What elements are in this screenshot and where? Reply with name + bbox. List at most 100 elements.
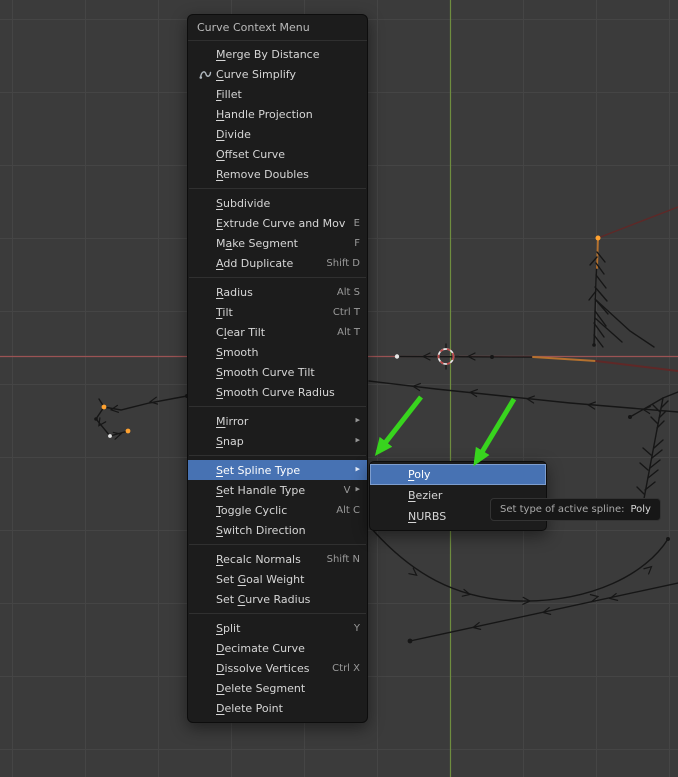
menu-item-snap[interactable]: Snap ▸: [188, 431, 367, 451]
menu-item-label: Offset Curve: [216, 148, 360, 161]
menu-item-icon-slot: [198, 483, 212, 497]
menu-item-label: Radius: [216, 286, 329, 299]
menu-item-set-goal-weight[interactable]: Set Goal Weight: [188, 569, 367, 589]
menu-item-make-segment[interactable]: Make SegmentF: [188, 233, 367, 253]
menu-item-icon-slot: [198, 385, 212, 399]
menu-item-dissolve-vertices[interactable]: Dissolve Vertices Ctrl X: [188, 658, 367, 678]
menu-item-offset-curve[interactable]: Offset Curve: [188, 144, 367, 164]
menu-item-toggle-cyclic[interactable]: Toggle Cyclic Alt C: [188, 500, 367, 520]
menu-separator: [189, 277, 366, 278]
menu-item-set-handle-type[interactable]: Set Handle TypeV▸: [188, 480, 367, 500]
menu-item-smooth-curve-radius[interactable]: Smooth Curve Radius: [188, 382, 367, 402]
submenu-arrow-icon: ▸: [355, 436, 360, 446]
curve-context-menu: Curve Context Menu Merge By Distance Curv…: [187, 14, 368, 723]
menu-item-shortcut: V: [344, 485, 351, 496]
menu-item-icon-slot: [198, 305, 212, 319]
menu-separator: [189, 455, 366, 456]
menu-item-label: Set Curve Radius: [216, 593, 360, 606]
menu-item-icon-slot: [390, 510, 404, 524]
menu-item-label: Switch Direction: [216, 524, 360, 537]
menu-item-icon-slot: [198, 216, 212, 230]
menu-item-set-curve-radius[interactable]: Set Curve Radius: [188, 589, 367, 609]
menu-item-label: Delete Segment: [216, 682, 360, 695]
menu-body: Merge By Distance Curve Simplify Fillet Han…: [188, 41, 367, 722]
menu-item-label: Decimate Curve: [216, 642, 360, 655]
tooltip: Set type of active spline: Poly: [490, 498, 661, 521]
menu-item-clear-tilt[interactable]: Clear TiltAlt T: [188, 322, 367, 342]
menu-item-handle-projection[interactable]: Handle Projection: [188, 104, 367, 124]
menu-item-shortcut: E: [354, 218, 360, 229]
menu-title: Curve Context Menu: [188, 15, 367, 41]
menu-item-merge-by-distance[interactable]: Merge By Distance: [188, 44, 367, 64]
menu-item-icon-slot: [198, 681, 212, 695]
menu-item-icon-slot: [198, 47, 212, 61]
tooltip-value: Poly: [630, 504, 651, 515]
submenu-arrow-icon: ▸: [355, 465, 360, 475]
menu-item-smooth-curve-tilt[interactable]: Smooth Curve Tilt: [188, 362, 367, 382]
menu-separator: [189, 544, 366, 545]
menu-item-icon-slot: [198, 661, 212, 675]
menu-item-label: Subdivide: [216, 197, 360, 210]
menu-item-label: Split: [216, 622, 346, 635]
menu-item-icon-slot: [198, 641, 212, 655]
menu-item-label: Extrude Curve and Move: [216, 217, 346, 230]
menu-item-set-spline-type[interactable]: Set Spline Type▸: [188, 460, 367, 480]
menu-item-fillet[interactable]: Fillet: [188, 84, 367, 104]
menu-item-icon-slot: [198, 365, 212, 379]
menu-item-decimate-curve[interactable]: Decimate Curve: [188, 638, 367, 658]
menu-item-icon-slot: [198, 236, 212, 250]
menu-item-mirror[interactable]: Mirror▸: [188, 411, 367, 431]
menu-item-shortcut: Alt S: [337, 287, 360, 298]
menu-item-subdivide[interactable]: Subdivide: [188, 193, 367, 213]
submenu-arrow-icon: ▸: [355, 485, 360, 495]
menu-item-extrude-curve-and-move[interactable]: Extrude Curve and Move E: [188, 213, 367, 233]
menu-item-shortcut: Shift D: [326, 258, 360, 269]
menu-item-icon-slot: [198, 503, 212, 517]
menu-item-recalc-normals[interactable]: Recalc NormalsShift N: [188, 549, 367, 569]
menu-item-delete-segment[interactable]: Delete Segment: [188, 678, 367, 698]
menu-item-label: Set Goal Weight: [216, 573, 360, 586]
menu-item-icon-slot: [198, 701, 212, 715]
menu-item-smooth[interactable]: Smooth: [188, 342, 367, 362]
menu-item-label: Curve Simplify: [216, 68, 360, 81]
menu-item-icon-slot: [198, 414, 212, 428]
menu-item-curve-simplify[interactable]: Curve Simplify: [188, 64, 367, 84]
menu-item-icon-slot: [198, 345, 212, 359]
menu-item-radius[interactable]: Radius Alt S: [188, 282, 367, 302]
menu-item-shortcut: Ctrl X: [332, 663, 360, 674]
menu-item-icon-slot: [198, 592, 212, 606]
menu-item-label: Fillet: [216, 88, 360, 101]
menu-item-label: Dissolve Vertices: [216, 662, 324, 675]
menu-item-divide[interactable]: Divide: [188, 124, 367, 144]
menu-item-label: Make Segment: [216, 237, 346, 250]
menu-item-icon-slot: [198, 552, 212, 566]
menu-item-delete-point[interactable]: Delete Point: [188, 698, 367, 718]
menu-item-split[interactable]: Split Y: [188, 618, 367, 638]
menu-item-label: Smooth Curve Radius: [216, 386, 360, 399]
menu-item-label: Divide: [216, 128, 360, 141]
menu-item-label: Toggle Cyclic: [216, 504, 328, 517]
menu-item-poly[interactable]: Poly: [370, 464, 546, 485]
menu-item-shortcut: Y: [354, 623, 360, 634]
menu-item-icon-slot: [198, 523, 212, 537]
menu-item-label: Snap: [216, 435, 350, 448]
menu-item-icon-slot: [198, 285, 212, 299]
menu-item-label: Delete Point: [216, 702, 360, 715]
menu-item-shortcut: Alt T: [337, 327, 360, 338]
menu-item-switch-direction[interactable]: Switch Direction: [188, 520, 367, 540]
menu-item-icon-slot: [198, 621, 212, 635]
menu-item-add-duplicate[interactable]: Add Duplicate Shift D: [188, 253, 367, 273]
curve-simplify-icon: [198, 67, 212, 81]
menu-item-label: Tilt: [216, 306, 325, 319]
menu-item-label: Remove Doubles: [216, 168, 360, 181]
menu-item-shortcut: Alt C: [336, 505, 360, 516]
curve-vertices: [94, 236, 670, 644]
menu-item-remove-doubles[interactable]: Remove Doubles: [188, 164, 367, 184]
menu-item-tilt[interactable]: TiltCtrl T: [188, 302, 367, 322]
menu-item-icon-slot: [198, 87, 212, 101]
menu-item-label: Add Duplicate: [216, 257, 318, 270]
menu-item-label: Smooth: [216, 346, 360, 359]
menu-separator: [189, 406, 366, 407]
menu-item-icon-slot: [198, 107, 212, 121]
menu-item-icon-slot: [198, 463, 212, 477]
